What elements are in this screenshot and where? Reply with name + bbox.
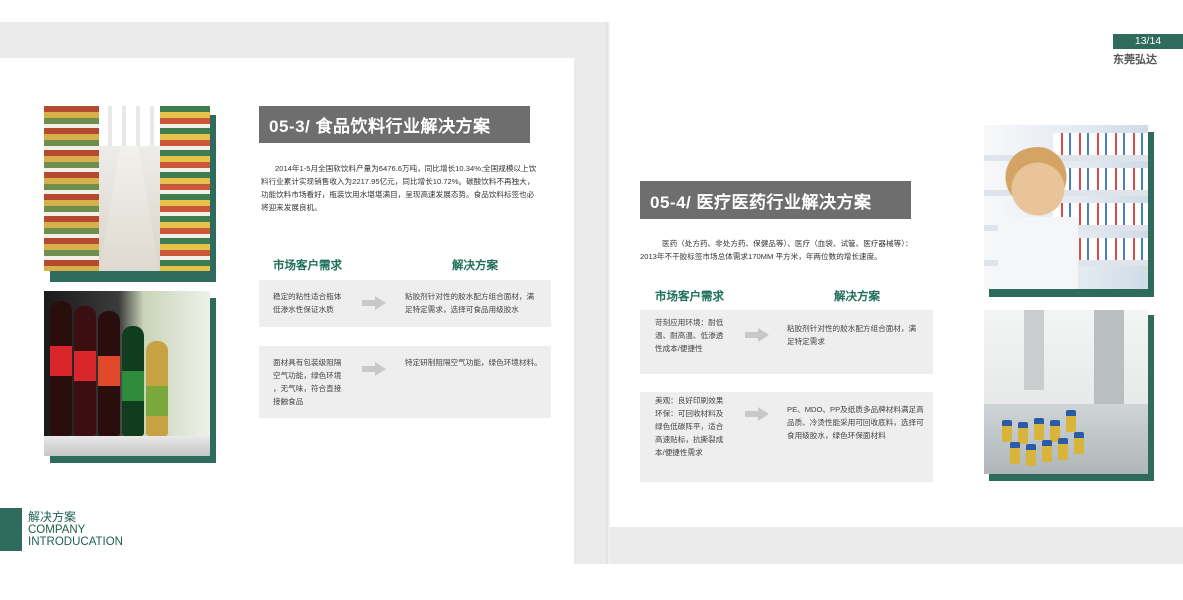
cell-line: 高速贴标，抗撕裂成 xyxy=(655,435,724,444)
cell-line: 稳定的粘性适合瓶体 xyxy=(273,292,342,301)
cell-line: 特定研制阻隔空气功能，绿色环境材料。 xyxy=(405,358,542,367)
paragraph-line: 医药（处方药、非处方药、保健品等）、医疗（血袋、试管、医疗器械等）： xyxy=(662,239,913,248)
section-title-medical: 05-4/ 医疗医药行业解决方案 xyxy=(640,181,911,219)
paragraph-line: 2013年不干胶标签市场总体需求170MM 平方米，年两位数的增长速度。 xyxy=(640,252,882,261)
cell-line: 空气功能，绿色环境 xyxy=(273,371,342,380)
column-heading-customer-needs: 市场客户需求 xyxy=(273,260,342,272)
column-heading-solution: 解决方案 xyxy=(452,260,498,272)
solution-cell: 粘胶剂针对性的胶水配方组合面材，满 足特定需求，选择可食品用级胶水 xyxy=(405,290,550,316)
right-arrow-icon xyxy=(745,328,769,342)
column-heading-customer-needs: 市场客户需求 xyxy=(655,291,724,303)
brochure-spread: 05-3/ 食品饮料行业解决方案 2014年1-5月全国软饮料产量为6476.6… xyxy=(0,0,1183,600)
page-number: 13/14 xyxy=(1113,34,1183,48)
spine-shadow xyxy=(606,22,610,564)
cell-line: 本/便捷性需求 xyxy=(655,448,703,457)
cell-line: 面材具有包装级阻隔 xyxy=(273,358,342,367)
cell-line: 绿色低碳阵平，适合 xyxy=(655,422,724,431)
page-number-underline xyxy=(1113,48,1183,49)
cell-line: 食用级胶水，绿色环保面材料 xyxy=(787,431,886,440)
footer-accent-bar xyxy=(0,508,22,551)
customer-need-cell: 苛刻应用环境：耐低 温、耐高温、低渗透 性成本/便捷性 xyxy=(655,316,743,355)
footer-title-en-line1: COMPANY xyxy=(28,524,86,536)
solution-cell: PE、MDO、PP及纸质多品牌材料满足高 品质、冷烫性能采用可回收底料，选择可 … xyxy=(787,403,932,442)
footer-title-cn: 解决方案 xyxy=(28,510,77,524)
cell-line: 足特定需求，选择可食品用级胶水 xyxy=(405,305,519,314)
cell-line: 品质、冷烫性能采用可回收底料，选择可 xyxy=(787,418,924,427)
cell-line: 低渗水性保证水质 xyxy=(273,305,334,314)
footer-title-en-line2: INTRODUCATION xyxy=(28,536,123,548)
right-arrow-icon xyxy=(745,407,769,421)
cell-line: ，无气味，符合直接 xyxy=(273,384,342,393)
cell-line: 美观：良好印刷效果 xyxy=(655,396,724,405)
cell-line: 粘胶剂针对性的胶水配方组合面材，满 xyxy=(405,292,535,301)
medical-intro-paragraph: 医药（处方药、非处方药、保健品等）、医疗（血袋、试管、医疗器械等）： 2013年… xyxy=(640,237,940,263)
cell-line: 苛刻应用环境：耐低 xyxy=(655,318,724,327)
brand-name: 东莞弘达 xyxy=(1113,54,1157,66)
paragraph-line: 料行业累计实现销售收入为2217.95亿元，同比增长10.72%。碳酸饮料不再独… xyxy=(261,177,535,186)
lab-vials-photo xyxy=(984,310,1148,474)
cell-line: 粘胶剂针对性的胶水配方组合面材，满 xyxy=(787,324,917,333)
right-page-bottom-band xyxy=(608,527,1183,564)
cell-line: 性成本/便捷性 xyxy=(655,344,703,353)
cell-line: 环保：可回收材料及 xyxy=(655,409,724,418)
cell-line: PE、MDO、PP及纸质多品牌材料满足高 xyxy=(787,405,924,414)
customer-need-cell: 稳定的粘性适合瓶体 低渗水性保证水质 xyxy=(273,290,363,316)
paragraph-line: 功能饮料市场看好，瓶装饮用水堪堪满目，呈现高速发展态势。食品饮料标签也必 xyxy=(261,190,535,199)
cell-line: 温、耐高温、低渗透 xyxy=(655,331,724,340)
cell-line: 足特定需求 xyxy=(787,337,825,346)
paragraph-line: 2014年1-5月全国软饮料产量为6476.6万吨，同比增长10.34%;全国规… xyxy=(275,164,537,173)
food-beverage-intro-paragraph: 2014年1-5月全国软饮料产量为6476.6万吨，同比增长10.34%;全国规… xyxy=(261,162,556,214)
left-page-side-band xyxy=(574,22,608,564)
grocery-aisle-photo xyxy=(44,106,210,271)
right-arrow-icon xyxy=(362,362,386,376)
right-arrow-icon xyxy=(362,296,386,310)
customer-need-cell: 面材具有包装级阻隔 空气功能，绿色环境 ，无气味，符合直接 接触食品 xyxy=(273,356,358,408)
cell-line: 接触食品 xyxy=(273,397,304,406)
column-heading-solution: 解决方案 xyxy=(834,291,880,303)
customer-need-cell: 美观：良好印刷效果 环保：可回收材料及 绿色低碳阵平，适合 高速贴标，抗撕裂成 … xyxy=(655,394,743,459)
solution-cell: 粘胶剂针对性的胶水配方组合面材，满 足特定需求 xyxy=(787,322,932,348)
solution-cell: 特定研制阻隔空气功能，绿色环境材料。 xyxy=(405,356,550,369)
pharmacist-photo xyxy=(984,125,1148,289)
paragraph-line: 将迎来发展良机。 xyxy=(261,203,322,212)
left-page-top-band xyxy=(0,22,608,58)
soda-bottles-photo xyxy=(44,291,210,456)
section-title-food-beverage: 05-3/ 食品饮料行业解决方案 xyxy=(259,106,530,143)
